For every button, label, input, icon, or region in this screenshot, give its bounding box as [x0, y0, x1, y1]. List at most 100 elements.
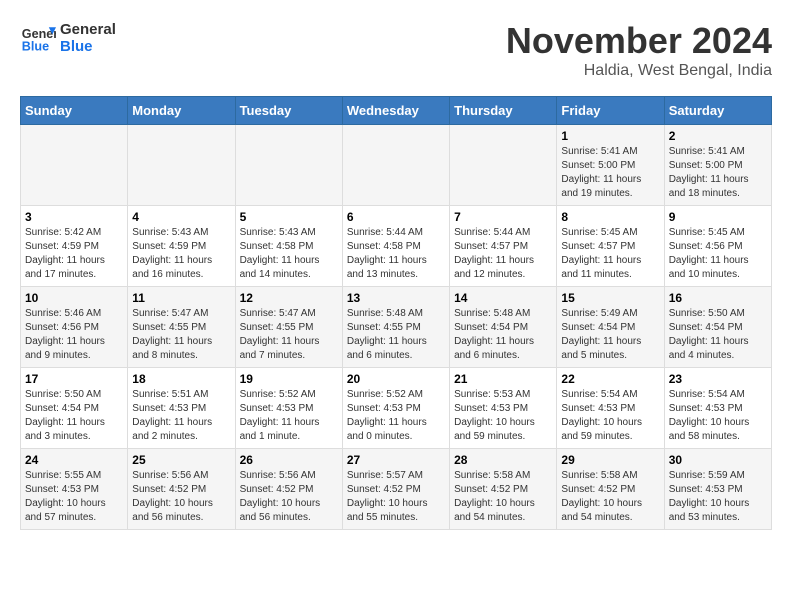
day-info: Sunrise: 5:48 AMSunset: 4:55 PMDaylight:… [347, 307, 445, 363]
day-number: 6 [347, 210, 445, 224]
header-cell-saturday: Saturday [664, 97, 771, 125]
day-cell: 27 Sunrise: 5:57 AMSunset: 4:52 PMDayligh… [342, 449, 449, 530]
week-row-2: 10Sunrise: 5:46 AMSunset: 4:56 PMDayligh… [21, 287, 772, 368]
day-cell: 1 Sunrise: 5:41 AMSunset: 5:00 PMDaylight… [557, 125, 664, 206]
day-number: 3 [25, 210, 123, 224]
logo-icon: General Blue [20, 20, 56, 56]
day-number: 21 [454, 372, 552, 386]
calendar-body: 1 Sunrise: 5:41 AMSunset: 5:00 PMDaylight… [21, 125, 772, 530]
day-number: 17 [25, 372, 123, 386]
day-info: Sunrise: 5:44 AMSunset: 4:58 PMDaylight:… [347, 226, 445, 282]
calendar-table: SundayMondayTuesdayWednesdayThursdayFrid… [20, 96, 772, 530]
calendar-header: SundayMondayTuesdayWednesdayThursdayFrid… [21, 97, 772, 125]
day-cell: 19 Sunrise: 5:52 AMSunset: 4:53 PMDayligh… [235, 368, 342, 449]
day-info: Sunrise: 5:41 AMSunset: 5:00 PMDaylight:… [669, 145, 767, 201]
day-number: 27 [347, 453, 445, 467]
day-cell: 24 Sunrise: 5:55 AMSunset: 4:53 PMDayligh… [21, 449, 128, 530]
logo-blue: Blue [60, 38, 116, 55]
day-info: Sunrise: 5:50 AMSunset: 4:54 PMDaylight:… [669, 307, 767, 363]
day-info: Sunrise: 5:54 AMSunset: 4:53 PMDaylight:… [669, 388, 767, 444]
day-number: 15 [561, 291, 659, 305]
header-row: SundayMondayTuesdayWednesdayThursdayFrid… [21, 97, 772, 125]
logo: General Blue General Blue [20, 20, 116, 56]
day-cell: 7 Sunrise: 5:44 AMSunset: 4:57 PMDaylight… [450, 206, 557, 287]
day-cell [342, 125, 449, 206]
day-info: Sunrise: 5:48 AMSunset: 4:54 PMDaylight:… [454, 307, 552, 363]
day-cell: 11Sunrise: 5:47 AMSunset: 4:55 PMDayligh… [128, 287, 235, 368]
day-cell: 22 Sunrise: 5:54 AMSunset: 4:53 PMDayligh… [557, 368, 664, 449]
day-cell: 20 Sunrise: 5:52 AMSunset: 4:53 PMDayligh… [342, 368, 449, 449]
day-number: 29 [561, 453, 659, 467]
header-cell-sunday: Sunday [21, 97, 128, 125]
day-number: 12 [240, 291, 338, 305]
day-cell: 28 Sunrise: 5:58 AMSunset: 4:52 PMDayligh… [450, 449, 557, 530]
day-info: Sunrise: 5:43 AMSunset: 4:59 PMDaylight:… [132, 226, 230, 282]
day-cell: 6 Sunrise: 5:44 AMSunset: 4:58 PMDaylight… [342, 206, 449, 287]
day-cell: 14 Sunrise: 5:48 AMSunset: 4:54 PMDayligh… [450, 287, 557, 368]
week-row-0: 1 Sunrise: 5:41 AMSunset: 5:00 PMDaylight… [21, 125, 772, 206]
day-info: Sunrise: 5:54 AMSunset: 4:53 PMDaylight:… [561, 388, 659, 444]
day-number: 14 [454, 291, 552, 305]
day-cell: 25Sunrise: 5:56 AMSunset: 4:52 PMDayligh… [128, 449, 235, 530]
day-cell [235, 125, 342, 206]
day-cell: 18Sunrise: 5:51 AMSunset: 4:53 PMDayligh… [128, 368, 235, 449]
day-cell: 4 Sunrise: 5:43 AMSunset: 4:59 PMDaylight… [128, 206, 235, 287]
day-info: Sunrise: 5:47 AMSunset: 4:55 PMDaylight:… [240, 307, 338, 363]
day-info: Sunrise: 5:46 AMSunset: 4:56 PMDaylight:… [25, 307, 123, 363]
title-section: November 2024 Haldia, West Bengal, India [506, 20, 772, 80]
day-cell: 3 Sunrise: 5:42 AMSunset: 4:59 PMDaylight… [21, 206, 128, 287]
day-cell: 2Sunrise: 5:41 AMSunset: 5:00 PMDaylight… [664, 125, 771, 206]
day-info: Sunrise: 5:56 AMSunset: 4:52 PMDaylight:… [132, 469, 230, 525]
logo-general: General [60, 21, 116, 38]
day-number: 16 [669, 291, 767, 305]
day-number: 7 [454, 210, 552, 224]
day-info: Sunrise: 5:52 AMSunset: 4:53 PMDaylight:… [240, 388, 338, 444]
day-cell: 13Sunrise: 5:48 AMSunset: 4:55 PMDayligh… [342, 287, 449, 368]
day-info: Sunrise: 5:44 AMSunset: 4:57 PMDaylight:… [454, 226, 552, 282]
day-number: 19 [240, 372, 338, 386]
day-info: Sunrise: 5:55 AMSunset: 4:53 PMDaylight:… [25, 469, 123, 525]
day-cell: 15 Sunrise: 5:49 AMSunset: 4:54 PMDayligh… [557, 287, 664, 368]
day-cell: 8 Sunrise: 5:45 AMSunset: 4:57 PMDaylight… [557, 206, 664, 287]
day-info: Sunrise: 5:56 AMSunset: 4:52 PMDaylight:… [240, 469, 338, 525]
day-number: 28 [454, 453, 552, 467]
day-number: 4 [132, 210, 230, 224]
day-cell: 5Sunrise: 5:43 AMSunset: 4:58 PMDaylight… [235, 206, 342, 287]
day-number: 26 [240, 453, 338, 467]
day-cell: 21 Sunrise: 5:53 AMSunset: 4:53 PMDayligh… [450, 368, 557, 449]
day-info: Sunrise: 5:53 AMSunset: 4:53 PMDaylight:… [454, 388, 552, 444]
day-number: 22 [561, 372, 659, 386]
day-number: 30 [669, 453, 767, 467]
header-cell-thursday: Thursday [450, 97, 557, 125]
day-cell [450, 125, 557, 206]
day-cell: 9Sunrise: 5:45 AMSunset: 4:56 PMDaylight… [664, 206, 771, 287]
day-info: Sunrise: 5:58 AMSunset: 4:52 PMDaylight:… [561, 469, 659, 525]
header-cell-wednesday: Wednesday [342, 97, 449, 125]
day-info: Sunrise: 5:42 AMSunset: 4:59 PMDaylight:… [25, 226, 123, 282]
day-info: Sunrise: 5:41 AMSunset: 5:00 PMDaylight:… [561, 145, 659, 201]
day-number: 20 [347, 372, 445, 386]
day-number: 24 [25, 453, 123, 467]
page-header: General Blue General Blue November 2024 … [20, 20, 772, 80]
week-row-3: 17Sunrise: 5:50 AMSunset: 4:54 PMDayligh… [21, 368, 772, 449]
month-title: November 2024 [506, 20, 772, 62]
day-cell: 29 Sunrise: 5:58 AMSunset: 4:52 PMDayligh… [557, 449, 664, 530]
day-number: 8 [561, 210, 659, 224]
day-info: Sunrise: 5:57 AMSunset: 4:52 PMDaylight:… [347, 469, 445, 525]
day-info: Sunrise: 5:58 AMSunset: 4:52 PMDaylight:… [454, 469, 552, 525]
day-info: Sunrise: 5:52 AMSunset: 4:53 PMDaylight:… [347, 388, 445, 444]
week-row-1: 3 Sunrise: 5:42 AMSunset: 4:59 PMDaylight… [21, 206, 772, 287]
svg-text:Blue: Blue [22, 40, 49, 54]
day-info: Sunrise: 5:45 AMSunset: 4:57 PMDaylight:… [561, 226, 659, 282]
day-info: Sunrise: 5:59 AMSunset: 4:53 PMDaylight:… [669, 469, 767, 525]
week-row-4: 24 Sunrise: 5:55 AMSunset: 4:53 PMDayligh… [21, 449, 772, 530]
day-cell: 17Sunrise: 5:50 AMSunset: 4:54 PMDayligh… [21, 368, 128, 449]
day-cell: 16 Sunrise: 5:50 AMSunset: 4:54 PMDayligh… [664, 287, 771, 368]
day-number: 1 [561, 129, 659, 143]
day-info: Sunrise: 5:49 AMSunset: 4:54 PMDaylight:… [561, 307, 659, 363]
day-number: 11 [132, 291, 230, 305]
day-number: 9 [669, 210, 767, 224]
day-info: Sunrise: 5:51 AMSunset: 4:53 PMDaylight:… [132, 388, 230, 444]
header-cell-monday: Monday [128, 97, 235, 125]
day-cell [128, 125, 235, 206]
